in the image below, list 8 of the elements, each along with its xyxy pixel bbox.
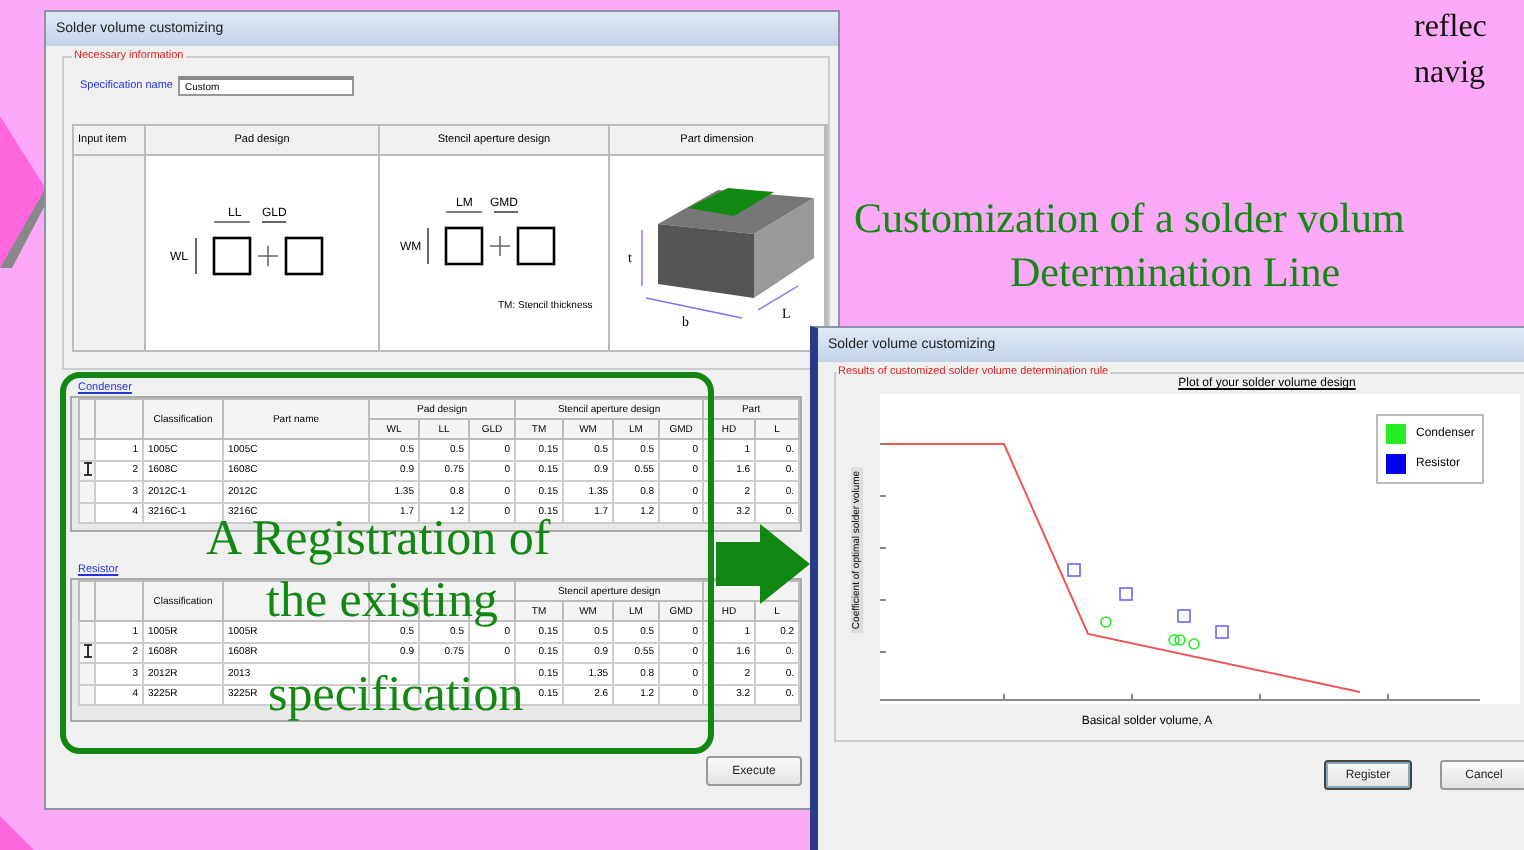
text-cursor-icon	[83, 643, 91, 658]
row-indicator[interactable]	[79, 642, 95, 663]
text-cursor-icon	[83, 461, 91, 476]
row-indicator[interactable]	[79, 460, 95, 481]
slide-text: navig	[1414, 54, 1487, 94]
caption-text: Determination Line	[1010, 246, 1343, 300]
caption-text: Customization of a solder volum	[854, 192, 1407, 246]
slide-text: reflec	[1414, 8, 1487, 48]
